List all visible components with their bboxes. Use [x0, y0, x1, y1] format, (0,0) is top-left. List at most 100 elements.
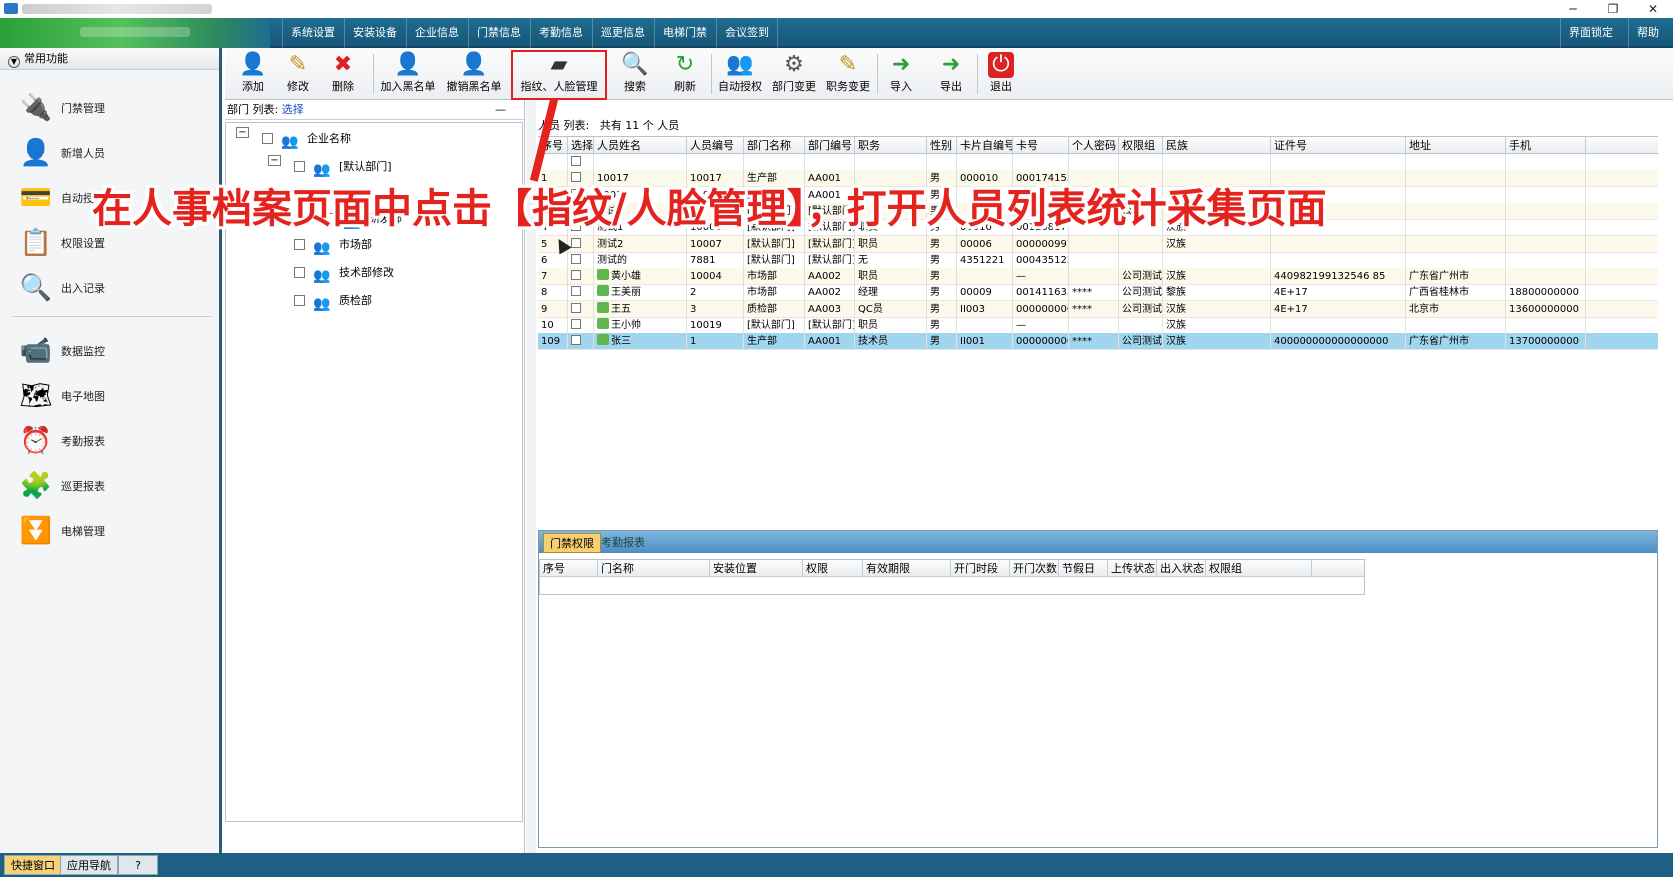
column-header[interactable]: 序号 [540, 560, 598, 577]
column-header[interactable]: 人员编号 [687, 137, 744, 154]
table-cell-wrap [805, 154, 855, 171]
sidebar-item-new-person[interactable]: 👤 新增人员 [14, 133, 214, 173]
tree-collapse-icon[interactable]: − [236, 127, 249, 138]
table-row[interactable]: 9 王五 3 质检部 AA003 QC员 男 II003 0000000003 **** 公司测试汉… [538, 300, 1658, 318]
sidebar-item-e-map[interactable]: 🗺 电子地图 [14, 376, 214, 416]
tree-collapse-icon[interactable]: − [268, 155, 281, 166]
tree-node-company[interactable]: 👥 企业名称 [262, 129, 351, 150]
minimize-button[interactable]: ─ [1553, 0, 1593, 18]
menu-install-devices[interactable]: 安装设备 [344, 18, 405, 48]
refresh-button[interactable]: ↻ 刷新 [665, 50, 705, 98]
auto-auth-button[interactable]: 👥 自动授权 [715, 50, 765, 98]
row-checkbox[interactable] [571, 270, 581, 281]
dept-change-button[interactable]: ⚙ 部门变更 [769, 50, 819, 98]
column-header[interactable]: 证件号 [1271, 137, 1406, 154]
collapse-icon[interactable]: — [495, 100, 506, 120]
column-header[interactable]: 部门名称 [744, 137, 805, 154]
row-checkbox[interactable] [571, 286, 581, 297]
table-row[interactable]: 10 王小帅 10019 [默认部门] [默认部门] 职员男 — 汉族 [538, 317, 1658, 334]
column-header[interactable]: 手机 [1506, 137, 1586, 154]
row-checkbox[interactable] [571, 253, 581, 264]
tab-app-nav[interactable]: 应用导航 [60, 855, 118, 875]
table-cell-wrap [927, 154, 957, 171]
tree-node-market[interactable]: 👥 市场部 [294, 235, 372, 256]
checkbox[interactable] [294, 161, 305, 172]
export-button[interactable]: ➜ 导出 [931, 50, 971, 98]
column-header[interactable]: 卡片自编号 [957, 137, 1013, 154]
checkbox[interactable] [294, 295, 305, 306]
sidebar-header[interactable]: ▼ 常用功能 [0, 48, 219, 70]
tree-node-qc[interactable]: 👥 质检部 [294, 291, 372, 312]
column-header[interactable]: 卡号 [1013, 137, 1069, 154]
column-header[interactable]: 安装位置 [710, 560, 803, 577]
column-header[interactable]: 有效期限 [863, 560, 951, 577]
row-checkbox[interactable] [571, 319, 581, 329]
column-header[interactable]: 性别 [927, 137, 957, 154]
tree-node-tech[interactable]: 👥 技术部修改 [294, 263, 394, 284]
help-icon[interactable]: ? [118, 855, 158, 875]
sidebar-item-data-monitor[interactable]: 📹 数据监控 [14, 331, 214, 371]
column-header[interactable]: 节假日 [1059, 560, 1108, 577]
tree-node-default-dept[interactable]: 👥 [默认部门] [294, 157, 392, 178]
add-button[interactable]: 👤 添加 [233, 50, 273, 98]
exit-button[interactable]: ⏻ 退出 [981, 50, 1021, 98]
menu-lock-ui[interactable]: 界面锁定 [1560, 18, 1621, 48]
menu-company-info[interactable]: 企业信息 [406, 18, 467, 48]
column-header[interactable]: 权限组 [1119, 137, 1163, 154]
edit-button[interactable]: ✎ 修改 [278, 50, 318, 98]
checkbox[interactable] [262, 133, 273, 144]
tab-access-permission[interactable]: 门禁权限 [543, 533, 601, 553]
column-header[interactable]: 权限 [803, 560, 863, 577]
sidebar-item-patrol-report[interactable]: 🧩 巡更报表 [14, 466, 214, 506]
row-checkbox[interactable] [571, 156, 581, 166]
position-change-button[interactable]: ✎ 职务变更 [823, 50, 873, 98]
menu-access-info[interactable]: 门禁信息 [468, 18, 529, 48]
column-header[interactable]: 开门次数 [1010, 560, 1059, 577]
table-row[interactable] [538, 154, 1658, 171]
menu-help[interactable]: 帮助 [1628, 18, 1667, 48]
column-header[interactable]: 部门编号 [805, 137, 855, 154]
delete-button[interactable]: ✖ 删除 [323, 50, 363, 98]
checkbox[interactable] [294, 239, 305, 250]
dept-select-link[interactable]: 选择 [282, 103, 304, 116]
column-header[interactable]: 个人密码 [1069, 137, 1119, 154]
menu-patrol-info[interactable]: 巡更信息 [592, 18, 653, 48]
table-row[interactable]: 5测试210007[默认部门][默认部门]职员男000060000009978汉… [538, 235, 1658, 253]
table-row[interactable]: 109 张三 1 生产部 AA001 技术员 男 II001 0000000001 **** 公司测… [538, 333, 1658, 351]
row-checkbox[interactable] [571, 237, 581, 248]
menu-system-settings[interactable]: 系统设置 [282, 18, 343, 48]
row-checkbox[interactable] [571, 302, 581, 313]
table-cell: II001 [960, 336, 985, 348]
table-row[interactable]: 7 黄小雄 10004 市场部 AA002 职员 男 — 公司测试 汉族 4409821991325… [538, 268, 1658, 286]
table-row[interactable]: 8 王美丽 2 市场部 AA002 经理 男 00009 0014116338 **** 公司测试黎… [538, 284, 1658, 302]
column-header[interactable]: 民族 [1163, 137, 1271, 154]
sidebar-item-elevator[interactable]: ⏬ 电梯管理 [14, 511, 214, 551]
tab-attendance-report[interactable]: 考勤报表 [595, 533, 651, 553]
column-header[interactable]: 权限组 [1206, 560, 1312, 577]
column-header[interactable]: 选择 [568, 137, 594, 154]
sidebar-item-door-access[interactable]: 🔌 门禁管理 [14, 88, 214, 128]
column-header[interactable]: 开门时段 [951, 560, 1010, 577]
column-header[interactable]: 门名称 [598, 560, 710, 577]
column-header[interactable]: 出入状态 [1157, 560, 1206, 577]
column-header[interactable]: 人员姓名 [594, 137, 687, 154]
column-header[interactable]: 职务 [855, 137, 927, 154]
import-button[interactable]: ➜ 导入 [881, 50, 921, 98]
search-button[interactable]: 🔍 搜索 [615, 50, 655, 98]
table-cell-wrap: 测试的 [594, 251, 687, 269]
remove-blacklist-button[interactable]: 👤 撤销黑名单 [443, 50, 505, 98]
sidebar-item-attendance-report[interactable]: ⏰ 考勤报表 [14, 421, 214, 461]
sidebar-item-access-records[interactable]: 🔍 出入记录 [14, 268, 214, 308]
menu-meeting-signin[interactable]: 会议签到 [716, 18, 778, 48]
close-button[interactable]: ✕ [1633, 0, 1673, 18]
menu-attendance-info[interactable]: 考勤信息 [530, 18, 591, 48]
add-blacklist-button[interactable]: 👤 加入黑名单 [377, 50, 439, 98]
table-row[interactable]: 6测试的7881[默认部门][默认部门]无男43512210004351221 [538, 251, 1658, 269]
restore-button[interactable]: ❐ [1593, 0, 1633, 18]
menu-elevator-access[interactable]: 电梯门禁 [654, 18, 715, 48]
column-header[interactable]: 上传状态 [1108, 560, 1157, 577]
column-header[interactable]: 地址 [1406, 137, 1506, 154]
tab-quick-window[interactable]: 快捷窗口 [4, 855, 62, 875]
row-checkbox[interactable] [571, 335, 581, 346]
checkbox[interactable] [294, 267, 305, 278]
